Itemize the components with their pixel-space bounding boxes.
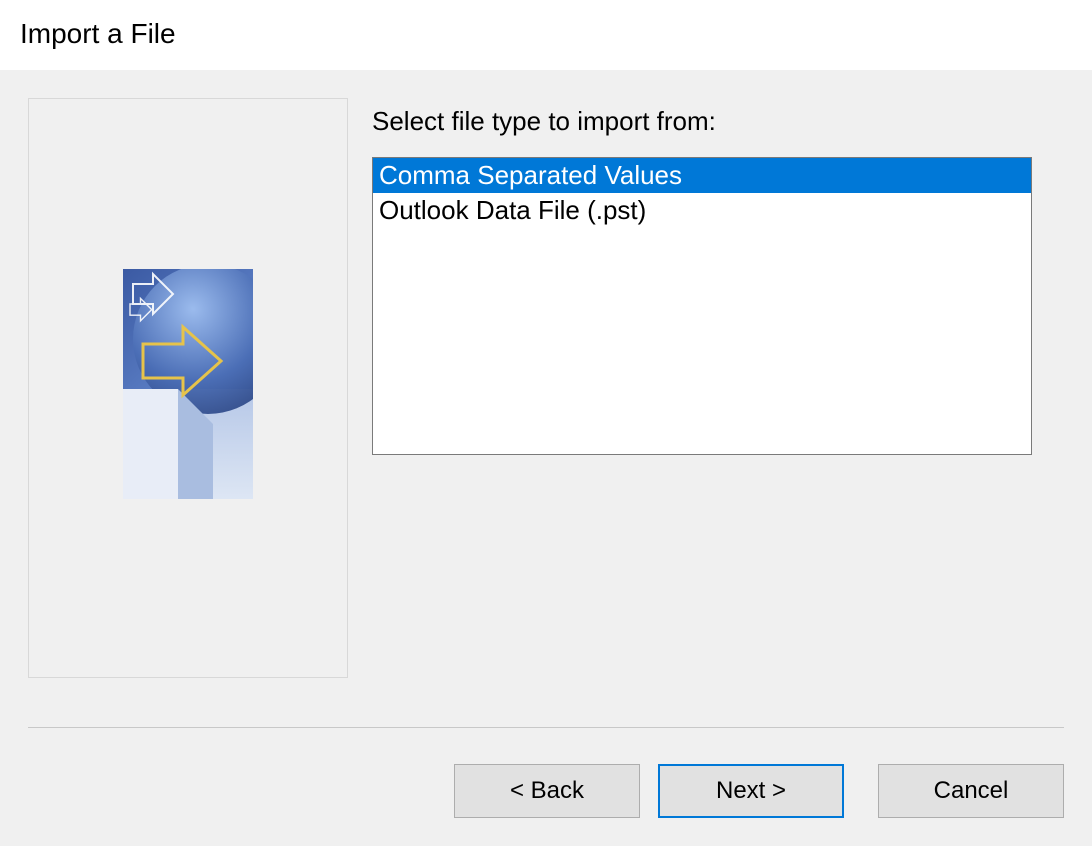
separator: [28, 727, 1064, 728]
content-area: Select file type to import from: Comma S…: [0, 70, 1092, 717]
instruction-label: Select file type to import from:: [372, 106, 1064, 137]
import-wizard-icon: [123, 269, 253, 499]
wizard-sidebar-panel: [28, 98, 348, 678]
import-file-dialog: Import a File: [0, 0, 1092, 846]
button-row: < Back Next > Cancel: [28, 764, 1064, 818]
cancel-button[interactable]: Cancel: [878, 764, 1064, 818]
file-type-option[interactable]: Outlook Data File (.pst): [373, 193, 1031, 228]
back-button[interactable]: < Back: [454, 764, 640, 818]
dialog-title: Import a File: [0, 0, 1092, 70]
file-type-listbox[interactable]: Comma Separated Values Outlook Data File…: [372, 157, 1032, 455]
dialog-footer: < Back Next > Cancel: [0, 717, 1092, 846]
file-type-option[interactable]: Comma Separated Values: [373, 158, 1031, 193]
main-panel: Select file type to import from: Comma S…: [372, 98, 1064, 717]
next-button[interactable]: Next >: [658, 764, 844, 818]
